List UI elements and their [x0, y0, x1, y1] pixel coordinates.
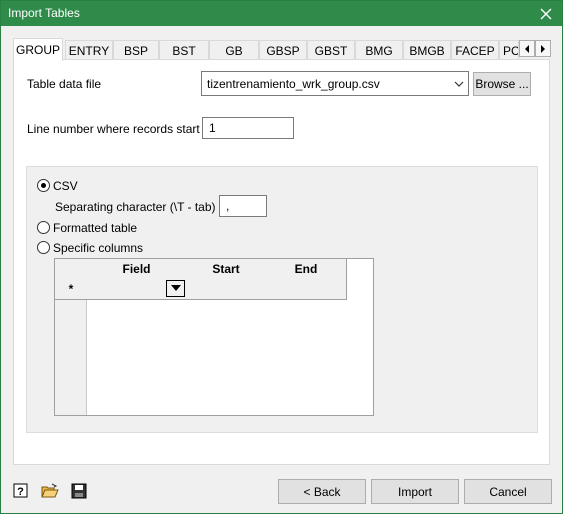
grid-cell-start[interactable] — [186, 279, 267, 300]
table-data-file-value: tizentrenamiento_wrk_group.csv — [207, 77, 380, 91]
grid-header-end[interactable]: End — [266, 259, 347, 280]
grid-header-field[interactable]: Field — [87, 259, 187, 280]
tab-facep[interactable]: FACEP — [451, 40, 499, 60]
open-folder-icon[interactable] — [40, 481, 60, 501]
import-tables-dialog: Import Tables GROUP ENTRY BSP BST GB GBS… — [0, 0, 563, 514]
field-dropdown-icon[interactable] — [166, 280, 185, 297]
grid-header-start[interactable]: Start — [186, 259, 267, 280]
tab-gbst[interactable]: GBST — [307, 40, 355, 60]
grid-cell-end[interactable] — [266, 279, 347, 300]
browse-button[interactable]: Browse ... — [473, 72, 531, 96]
tab-pc[interactable]: PC — [499, 40, 519, 60]
specific-columns-radio[interactable] — [37, 241, 50, 254]
tab-gb[interactable]: GB — [209, 40, 259, 60]
grid-corner — [55, 259, 88, 280]
tab-scroll-right-icon[interactable] — [535, 40, 551, 57]
tab-bsp[interactable]: BSP — [113, 40, 159, 60]
window-title: Import Tables — [8, 6, 80, 20]
columns-grid[interactable]: Field Start End * — [54, 258, 374, 416]
table-data-file-combo[interactable]: tizentrenamiento_wrk_group.csv — [201, 71, 469, 96]
tab-bmg[interactable]: BMG — [355, 40, 403, 60]
svg-text:?: ? — [17, 486, 24, 498]
back-button[interactable]: < Back — [278, 479, 366, 504]
cancel-button[interactable]: Cancel — [464, 479, 552, 504]
separator-input[interactable]: , — [219, 195, 267, 217]
title-bar: Import Tables — [1, 1, 562, 26]
specific-columns-label: Specific columns — [53, 241, 144, 255]
help-icon[interactable]: ? — [11, 481, 31, 501]
csv-label: CSV — [53, 179, 78, 193]
separator-label: Separating character (\T - tab) — [55, 200, 216, 214]
line-number-input[interactable]: 1 — [202, 117, 294, 139]
grid-cell-field[interactable] — [87, 279, 187, 300]
formatted-table-radio[interactable] — [37, 221, 50, 234]
tab-bmgb[interactable]: BMGB — [403, 40, 451, 60]
tab-scroll-left-icon[interactable] — [519, 40, 535, 57]
tab-entry[interactable]: ENTRY — [65, 40, 113, 60]
table-data-file-label: Table data file — [27, 77, 102, 91]
line-number-label: Line number where records start — [27, 122, 200, 136]
formatted-table-label: Formatted table — [53, 221, 138, 235]
tab-strip: GROUP ENTRY BSP BST GB GBSP GBST BMG BMG… — [13, 38, 553, 61]
chevron-down-icon[interactable] — [454, 78, 464, 92]
tab-bst[interactable]: BST — [159, 40, 209, 60]
import-button[interactable]: Import — [371, 479, 459, 504]
new-row-marker: * — [55, 279, 88, 300]
tab-gbsp[interactable]: GBSP — [259, 40, 307, 60]
save-icon[interactable] — [69, 481, 89, 501]
close-icon[interactable] — [530, 1, 562, 26]
csv-radio[interactable] — [37, 179, 50, 192]
tab-group[interactable]: GROUP — [13, 38, 63, 61]
